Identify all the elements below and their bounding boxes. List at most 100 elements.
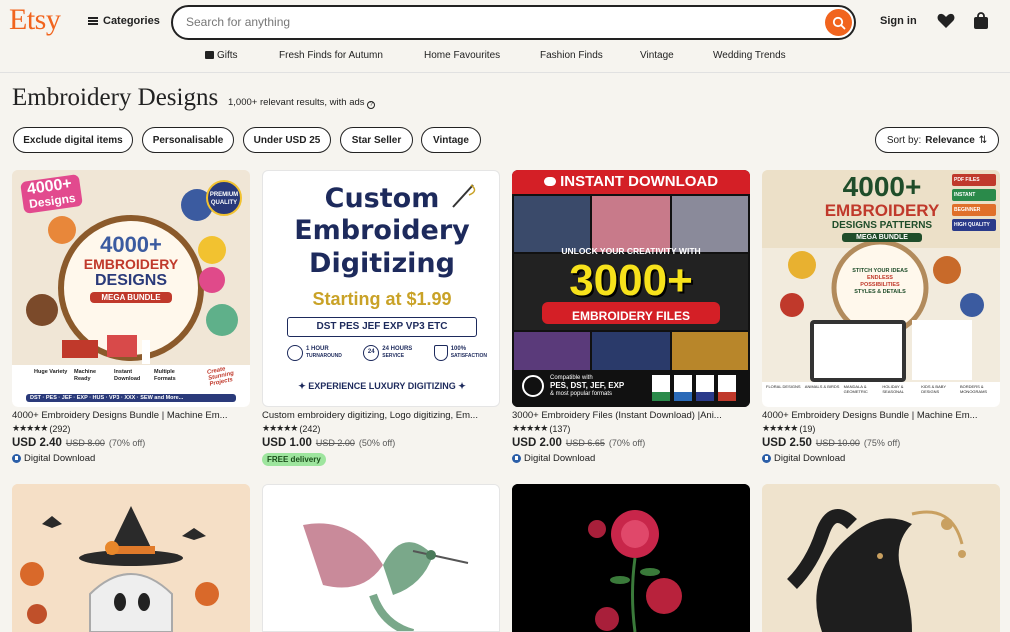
feature-24hours: 24 24 HOURS SERVICE [363,345,412,361]
side-feature: PDF FILES [952,174,996,186]
headline-word1: EMBROIDERY [83,256,179,272]
product-title[interactable]: Custom embroidery digitizing, Logo digit… [262,410,500,421]
info-icon[interactable]: ? [367,101,376,109]
sign-in-link[interactable]: Sign in [880,15,917,27]
file-icon: DST [674,375,692,401]
stitch-line3: STYLES & DETAILS [854,289,906,295]
header-divider [0,72,1010,73]
price-row: USD 2.40 USD 8.00 (70% off) [12,437,250,449]
sale-price: USD 2.00 [512,437,562,449]
shield-check-icon [433,345,448,361]
headline-word2: DESIGNS PATTERNS [831,220,933,231]
digital-download-tag: Digital Download [762,453,1000,464]
nav-item-wedding-trends[interactable]: Wedding Trends [713,50,786,61]
sort-dropdown[interactable]: Sort by: Relevance ⇅ [875,127,999,153]
tag-label: Digital Download [524,453,596,464]
category-chip: FLORAL DESIGNS [766,384,801,389]
feature-1hour: 1 HOUR TURNAROUND [287,345,342,361]
filter-exclude-digital[interactable]: Exclude digital items [13,127,133,153]
cloud-download-icon [543,177,556,186]
headline: 4000+ EMBROIDERY DESIGNS PATTERNS MEGA B… [792,172,972,242]
nav-item-fresh-finds[interactable]: Fresh Finds for Autumn [279,50,383,61]
filter-personalisable[interactable]: Personalisable [142,127,234,153]
sort-arrows-icon: ⇅ [978,134,988,146]
headline-sub: MEGA BUNDLE [90,292,172,303]
discount: (70% off) [108,438,146,448]
review-count: (19) [799,423,816,434]
needle-icon [452,184,476,208]
product-rating: ★★★★★ (19) [762,423,1000,434]
feature-satisfaction: 100% SATISFACTION [433,345,487,361]
feature-sub: TURNAROUND [306,353,342,359]
etsy-logo[interactable]: Etsy [9,3,61,37]
product-image[interactable]: INSTANT DOWNLOAD UNLOCK YOUR CREATIVITY … [512,170,750,407]
unlock-text: UNLOCK YOUR CREATIVITY WITH [561,246,701,256]
category-chip: MANDALA & GEOMETRIC [843,384,868,394]
product-card[interactable]: INSTANT DOWNLOAD UNLOCK YOUR CREATIVITY … [512,170,750,464]
headline-sub: MEGA BUNDLE [842,233,922,242]
nav-item-gifts[interactable]: Gifts [205,50,238,61]
nav-item-fashion-finds[interactable]: Fashion Finds [540,50,603,61]
product-image[interactable]: 4000+ EMBROIDERY DESIGNS PATTERNS MEGA B… [762,170,1000,407]
discount: (70% off) [608,438,646,448]
footer-text: EXPERIENCE LUXURY DIGITIZING [308,381,456,391]
original-price: USD 10.00 [815,438,860,448]
product-title[interactable]: 4000+ Embroidery Designs Bundle | Machin… [12,410,250,421]
product-image[interactable] [512,484,750,632]
filter-under-25[interactable]: Under USD 25 [243,127,331,153]
horse-art [762,484,1000,632]
product-title[interactable]: 3000+ Embroidery Files (Instant Download… [512,410,750,421]
compat-footer: Compatible with PES, DST, JEF, EXP & mos… [512,370,750,407]
format-file-icons: PES DST JEF EXP [652,375,736,401]
product-image[interactable]: Custom Embroidery Digitizing Starting at… [262,170,500,407]
category-chip: HOLIDAY & SEASONAL [882,384,904,394]
sort-value: Relevance [925,134,975,146]
header: Etsy Categories Sign in [0,0,1010,44]
side-feature-list: PDF FILES INSTANT BEGINNER HIGH QUALITY [952,174,996,231]
tag-label: Digital Download [774,453,846,464]
product-image[interactable] [762,484,1000,632]
filter-vintage[interactable]: Vintage [421,127,481,153]
feature-value: 24 HOURS [382,346,413,352]
compat-text: Compatible with PES, DST, JEF, EXP & mos… [550,374,624,398]
24h-icon: 24 [363,345,380,361]
categories-button[interactable]: Categories [88,15,160,27]
heading-line2: Embroidery [294,215,470,246]
download-icon [762,454,771,463]
category-chip: ANIMALS & BIRDS [804,384,840,389]
banner-text: INSTANT DOWNLOAD [560,173,719,190]
nav-item-home-favourites[interactable]: Home Favourites [424,50,500,61]
product-title[interactable]: 4000+ Embroidery Designs Bundle | Machin… [762,410,1000,421]
hummingbird-art [263,485,499,631]
ghost-witch-art [12,484,250,632]
search-bar [171,5,856,40]
product-image[interactable] [12,484,250,632]
heart-icon[interactable] [937,13,955,29]
heading-line3: Digitizing [309,248,455,279]
sort-label: Sort by: [886,134,922,146]
service-features: 1 HOUR TURNAROUND 24 24 HOURS SERVICE 100%… [287,345,487,361]
download-icon [512,454,521,463]
feature-text: 24 HOURS SERVICE [382,346,412,360]
rose-art [512,484,750,632]
nav-item-vintage[interactable]: Vintage [640,50,674,61]
price-banner: Starting at $1.99 [312,289,452,309]
discount: (50% off) [358,438,396,448]
bag-icon[interactable] [973,12,989,30]
product-image[interactable] [262,484,500,632]
stitch-line2: ENDLESS POSSIBILITIES [860,275,900,288]
free-delivery-badge: FREE delivery [262,453,326,466]
filter-star-seller[interactable]: Star Seller [340,127,413,153]
product-rating: ★★★★★ (242) [262,423,500,434]
search-input[interactable] [186,15,806,29]
sale-price: USD 2.50 [762,437,812,449]
feature-badge: Machine Ready [74,369,97,382]
search-button[interactable] [825,9,852,36]
product-image[interactable]: 4000+ Designs PREMIUM QUALITY 4000+ EMBRO… [12,170,250,407]
product-card[interactable]: Custom Embroidery Digitizing Starting at… [262,170,500,467]
stitch-text: STITCH YOUR IDEAS ENDLESS POSSIBILITIES … [850,268,910,296]
star-rating-icon: ★★★★★ [762,423,798,433]
product-card[interactable]: 4000+ EMBROIDERY DESIGNS PATTERNS MEGA B… [762,170,1000,464]
product-card[interactable]: 4000+ Designs PREMIUM QUALITY 4000+ EMBRO… [12,170,250,464]
formats-strip: DST · PES · JEF · EXP · HUS · VP3 · XXX … [26,394,236,402]
